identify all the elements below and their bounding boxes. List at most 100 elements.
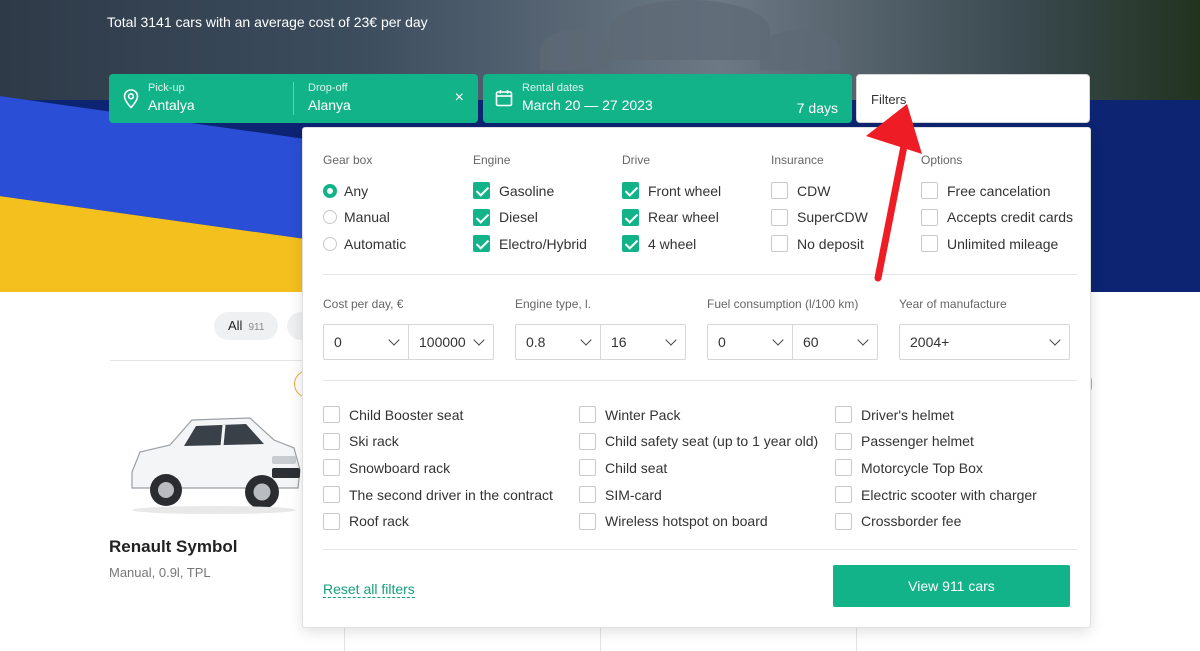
- engine-type-range: Engine type, l. 0.8 16: [515, 297, 686, 360]
- clear-location-icon[interactable]: ×: [455, 89, 464, 107]
- checkbox[interactable]: [771, 235, 788, 253]
- pickup-field[interactable]: Pick-up Antalya: [148, 82, 195, 113]
- view-cars-button[interactable]: View 911 cars: [833, 565, 1070, 607]
- checkbox[interactable]: [323, 459, 340, 477]
- option-label: SIM-card: [605, 486, 662, 503]
- gearbox-option-any[interactable]: Any: [323, 178, 406, 203]
- extra-option[interactable]: Child safety seat (up to 1 year old): [579, 429, 818, 454]
- option-unlimited-mileage[interactable]: Unlimited mileage: [921, 231, 1073, 256]
- engine-option-gasoline[interactable]: Gasoline: [473, 178, 587, 203]
- insurance-group: Insurance CDW SuperCDW No deposit: [771, 153, 868, 258]
- checkbox[interactable]: [921, 235, 938, 253]
- option-label: Ski rack: [349, 433, 399, 450]
- gearbox-option-manual[interactable]: Manual: [323, 205, 406, 230]
- extra-option[interactable]: SIM-card: [579, 482, 818, 507]
- rental-dates-field[interactable]: Rental dates March 20 — 27 2023 7 days: [483, 74, 852, 123]
- extra-option[interactable]: Ski rack: [323, 429, 553, 454]
- checkbox-checked[interactable]: [473, 235, 490, 253]
- dropoff-field[interactable]: Drop-off Alanya: [308, 82, 351, 113]
- extra-option[interactable]: Child Booster seat: [323, 402, 553, 427]
- option-label: The second driver in the contract: [349, 486, 553, 503]
- checkbox[interactable]: [323, 432, 340, 450]
- option-label: Automatic: [344, 235, 407, 252]
- pickup-value: Antalya: [148, 97, 195, 113]
- drive-title: Drive: [622, 153, 651, 167]
- drive-option-front[interactable]: Front wheel: [622, 178, 721, 203]
- fuel-title: Fuel consumption (l/100 km): [707, 297, 859, 311]
- cost-min-select[interactable]: 0: [324, 325, 408, 359]
- checkbox[interactable]: [835, 406, 852, 423]
- radio[interactable]: [323, 236, 337, 251]
- checkbox-checked[interactable]: [473, 208, 490, 226]
- extra-option[interactable]: Wireless hotspot on board: [579, 509, 818, 534]
- checkbox-checked[interactable]: [622, 208, 639, 226]
- drive-option-rear[interactable]: Rear wheel: [622, 205, 721, 230]
- extra-option[interactable]: Roof rack: [323, 509, 553, 534]
- checkbox[interactable]: [835, 432, 852, 450]
- checkbox[interactable]: [579, 512, 596, 530]
- chevron-down-icon: [772, 334, 784, 346]
- engine-min-select[interactable]: 0.8: [516, 325, 600, 359]
- extra-option[interactable]: Crossborder fee: [835, 509, 1037, 534]
- drive-option-4wheel[interactable]: 4 wheel: [622, 231, 721, 256]
- car-specs: Manual, 0.9l, TPL: [109, 565, 211, 580]
- field-divider: [293, 82, 294, 115]
- rental-dates-label: Rental dates: [522, 82, 584, 94]
- fuel-max-select[interactable]: 60: [792, 325, 877, 359]
- engine-option-electro[interactable]: Electro/Hybrid: [473, 231, 587, 256]
- pickup-label: Pick-up: [148, 82, 185, 94]
- insurance-option-no-deposit[interactable]: No deposit: [771, 231, 868, 256]
- year-select[interactable]: 2004+: [900, 325, 1069, 359]
- insurance-option-cdw[interactable]: CDW: [771, 178, 868, 203]
- filters-panel: Gear box Any Manual Automatic Engine Gas…: [302, 127, 1091, 628]
- car-name[interactable]: Renault Symbol: [109, 537, 237, 557]
- extra-option[interactable]: Snowboard rack: [323, 455, 553, 480]
- extra-option[interactable]: Child seat: [579, 455, 818, 480]
- fuel-min-select[interactable]: 0: [708, 325, 792, 359]
- extra-option[interactable]: Passenger helmet: [835, 429, 1037, 454]
- extra-option[interactable]: Motorcycle Top Box: [835, 455, 1037, 480]
- checkbox[interactable]: [771, 208, 788, 226]
- chip-all[interactable]: All 911: [214, 312, 279, 340]
- mosque-dome: [540, 30, 610, 70]
- mosque-dome: [760, 30, 840, 70]
- checkbox[interactable]: [323, 512, 340, 530]
- checkbox[interactable]: [921, 182, 938, 199]
- radio-checked[interactable]: [323, 183, 337, 198]
- extra-option[interactable]: Driver's helmet: [835, 402, 1037, 427]
- extra-option[interactable]: Winter Pack: [579, 402, 818, 427]
- cost-max-select[interactable]: 100000: [408, 325, 493, 359]
- checkbox[interactable]: [323, 486, 340, 504]
- checkbox[interactable]: [771, 182, 788, 199]
- engine-option-diesel[interactable]: Diesel: [473, 205, 587, 230]
- checkbox[interactable]: [579, 406, 596, 423]
- extra-option[interactable]: Electric scooter with charger: [835, 482, 1037, 507]
- checkbox[interactable]: [835, 486, 852, 504]
- checkbox[interactable]: [835, 512, 852, 530]
- checkbox[interactable]: [323, 406, 340, 423]
- checkbox[interactable]: [921, 208, 938, 226]
- option-free-cancelation[interactable]: Free cancelation: [921, 178, 1073, 203]
- extra-option[interactable]: The second driver in the contract: [323, 482, 553, 507]
- filters-button[interactable]: Filters: [856, 74, 1090, 123]
- reset-filters-link[interactable]: Reset all filters: [323, 581, 415, 598]
- rental-days-count: 7 days: [796, 100, 838, 116]
- select-value: 0: [334, 334, 342, 350]
- checkbox[interactable]: [835, 459, 852, 477]
- checkbox-checked[interactable]: [622, 182, 639, 199]
- checkbox[interactable]: [579, 459, 596, 477]
- extras-column-2: Winter Pack Child safety seat (up to 1 y…: [579, 402, 818, 535]
- checkbox-checked[interactable]: [473, 182, 490, 199]
- location-field[interactable]: Pick-up Antalya Drop-off Alanya ×: [109, 74, 478, 123]
- chevron-down-icon: [1049, 334, 1061, 346]
- radio[interactable]: [323, 210, 337, 225]
- option-label: Any: [344, 182, 369, 199]
- engine-max-select[interactable]: 16: [600, 325, 685, 359]
- insurance-option-supercdw[interactable]: SuperCDW: [771, 205, 868, 230]
- checkbox-checked[interactable]: [622, 235, 639, 253]
- option-credit-cards[interactable]: Accepts credit cards: [921, 205, 1073, 230]
- checkbox[interactable]: [579, 486, 596, 504]
- checkbox[interactable]: [579, 432, 596, 450]
- option-label: Rear wheel: [648, 209, 719, 226]
- gearbox-option-automatic[interactable]: Automatic: [323, 231, 406, 256]
